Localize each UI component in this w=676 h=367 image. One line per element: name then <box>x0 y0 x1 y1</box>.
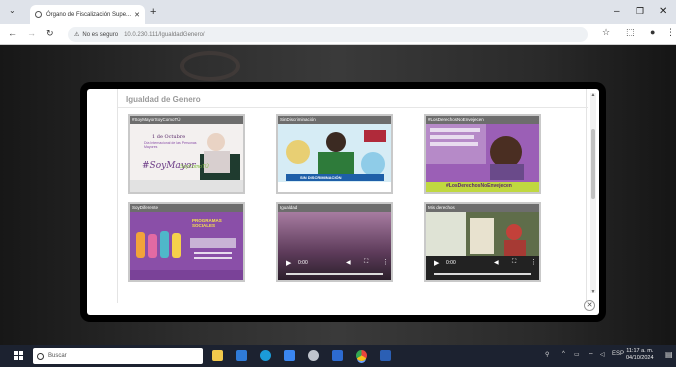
poster-subtitle: Día Internacional de las Personas Mayore… <box>144 141 197 149</box>
poster-title: 1 de Octubre <box>152 134 186 140</box>
settings-icon[interactable] <box>308 350 319 361</box>
video-player[interactable]: ▶ 0:00 ◀ ⛶ ⋮ <box>278 212 391 280</box>
notifications-icon[interactable]: ▤ <box>665 350 673 359</box>
url-bar[interactable]: ⚠ No es seguro 10.0.230.111/IgualdadGene… <box>68 27 588 42</box>
card-caption: Igualdad <box>278 204 391 212</box>
warning-icon: ⚠ <box>74 32 80 38</box>
extensions-icon[interactable]: ⬚ <box>626 27 635 38</box>
gallery-content: Igualdad de Genero #SoyMayorSoyComoTÚ 1 … <box>117 89 588 303</box>
poster-hashtag-2: SoyComoTÚ <box>180 164 209 170</box>
video-time: 0:00 <box>298 260 308 266</box>
fullscreen-icon[interactable]: ⛶ <box>364 259 368 266</box>
scrollbar-thumb[interactable] <box>591 129 595 199</box>
windows-taskbar: Buscar ⚲ ^ ▭ ⌔ ◁ ESP 11:17 a. m. 04/10/2… <box>0 345 676 367</box>
edge-icon[interactable] <box>260 350 271 361</box>
banner-hashtag: #LosDerechosNoEnvejecen <box>446 183 512 189</box>
page-viewport: Igualdad de Genero #SoyMayorSoyComoTÚ 1 … <box>0 45 676 345</box>
reload-icon[interactable]: ↻ <box>46 28 54 39</box>
file-explorer-icon[interactable] <box>212 350 223 361</box>
card-image: SIN DISCRIMINACIÓN <box>278 124 391 192</box>
language-indicator[interactable]: ESP <box>612 351 624 357</box>
back-icon[interactable]: ← <box>8 28 17 38</box>
card-caption: #SoyMayorSoyComoTÚ <box>130 116 243 124</box>
modal-close-button[interactable]: ✕ <box>584 300 595 311</box>
card-image: 1 de Octubre Día Internacional de las Pe… <box>130 124 243 192</box>
store-icon[interactable] <box>284 350 295 361</box>
word-icon[interactable] <box>380 350 391 361</box>
browser-tab-strip: ⌄ Órgano de Fiscalización Supe... ✕ + – … <box>0 0 676 24</box>
battery-icon[interactable]: ▭ <box>574 351 580 358</box>
gallery-modal: Igualdad de Genero #SoyMayorSoyComoTÚ 1 … <box>80 82 606 322</box>
profile-icon[interactable]: ● <box>650 27 655 37</box>
taskbar-clock[interactable]: 11:17 a. m. 04/10/2024 <box>626 348 654 362</box>
address-toolbar: ← → ↻ ⚠ No es seguro 10.0.230.111/Iguald… <box>0 24 676 45</box>
mail-icon[interactable] <box>332 350 343 361</box>
tab-title: Órgano de Fiscalización Supe... <box>46 11 132 18</box>
video-progress-bar[interactable] <box>434 273 531 275</box>
volume-icon[interactable]: ◁ <box>600 351 605 358</box>
more-options-icon[interactable]: ⋮ <box>530 258 537 266</box>
card-caption: SinDiscriminación <box>278 116 391 124</box>
clock-time: 11:17 a. m. <box>626 348 654 354</box>
site-favicon-icon <box>35 11 42 18</box>
gallery-heading: Igualdad de Genero <box>126 95 201 104</box>
scroll-down-icon[interactable]: ▼ <box>590 289 596 295</box>
video-progress-bar[interactable] <box>286 273 383 275</box>
divider <box>118 107 588 108</box>
tab-search-icon[interactable]: ⌄ <box>9 6 16 15</box>
forward-icon[interactable]: → <box>27 28 36 38</box>
gallery-card-6[interactable]: Mis derechos ▶ 0:00 ◀ ⛶ ⋮ <box>424 202 541 282</box>
network-icon[interactable]: ⌔ <box>588 351 594 359</box>
card-image: #LosDerechosNoEnvejecen <box>426 124 539 192</box>
modal-scrollbar[interactable]: ▲ ▼ <box>590 92 596 295</box>
taskbar-search-placeholder: Buscar <box>48 353 67 359</box>
card-image: PROGRAMAS SOCIALES <box>130 212 243 280</box>
scroll-up-icon[interactable]: ▲ <box>590 92 596 98</box>
modal-body: Igualdad de Genero #SoyMayorSoyComoTÚ 1 … <box>87 89 599 315</box>
search-icon <box>37 352 44 360</box>
background-logo <box>180 51 240 81</box>
card-caption: Mis derechos <box>426 204 539 212</box>
card-caption: SoyDiferente <box>130 204 243 212</box>
banner-text: SIN DISCRIMINACIÓN <box>300 175 342 180</box>
gallery-card-5[interactable]: Igualdad ▶ 0:00 ◀ ⛶ ⋮ <box>276 202 393 282</box>
security-label: No es seguro <box>82 31 119 38</box>
restore-icon[interactable]: ❐ <box>636 6 644 17</box>
play-icon[interactable]: ▶ <box>434 259 439 267</box>
taskbar-search[interactable]: Buscar <box>33 348 203 364</box>
play-icon[interactable]: ▶ <box>286 259 291 267</box>
close-tab-icon[interactable]: ✕ <box>134 11 140 19</box>
windows-start-icon[interactable] <box>14 351 24 361</box>
video-time: 0:00 <box>446 260 456 266</box>
volume-icon[interactable]: ◀ <box>346 259 351 266</box>
poster-title: PROGRAMAS SOCIALES <box>192 218 222 228</box>
gallery-card-4[interactable]: SoyDiferente PROGRAMAS SOCIALES <box>128 202 245 282</box>
volume-icon[interactable]: ◀ <box>494 259 499 266</box>
more-options-icon[interactable]: ⋮ <box>382 258 389 266</box>
gallery-card-1[interactable]: #SoyMayorSoyComoTÚ 1 de Octubre Día Inte… <box>128 114 245 194</box>
close-window-icon[interactable]: ✕ <box>659 6 667 17</box>
tray-chevron-icon[interactable]: ^ <box>562 351 565 357</box>
chrome-icon[interactable] <box>356 350 367 361</box>
card-caption: #LosDerechosNoEnvejecen <box>426 116 539 124</box>
task-view-icon[interactable] <box>236 350 247 361</box>
gallery-card-3[interactable]: #LosDerechosNoEnvejecen #LosDerechosNoEn… <box>424 114 541 194</box>
bookmark-star-icon[interactable]: ☆ <box>602 27 610 38</box>
menu-icon[interactable]: ⋮ <box>666 27 675 38</box>
browser-tab[interactable]: Órgano de Fiscalización Supe... ✕ <box>30 5 145 24</box>
fullscreen-icon[interactable]: ⛶ <box>512 259 516 266</box>
people-icon[interactable]: ⚲ <box>545 351 549 358</box>
video-player[interactable]: ▶ 0:00 ◀ ⛶ ⋮ <box>426 212 539 280</box>
minimize-icon[interactable]: – <box>614 6 620 17</box>
clock-date: 04/10/2024 <box>626 355 654 361</box>
gallery-card-2[interactable]: SinDiscriminación SIN DISCRIMINACIÓN <box>276 114 393 194</box>
new-tab-icon[interactable]: + <box>150 6 156 18</box>
url-text: 10.0.230.111/IgualdadGenero/ <box>124 31 205 38</box>
